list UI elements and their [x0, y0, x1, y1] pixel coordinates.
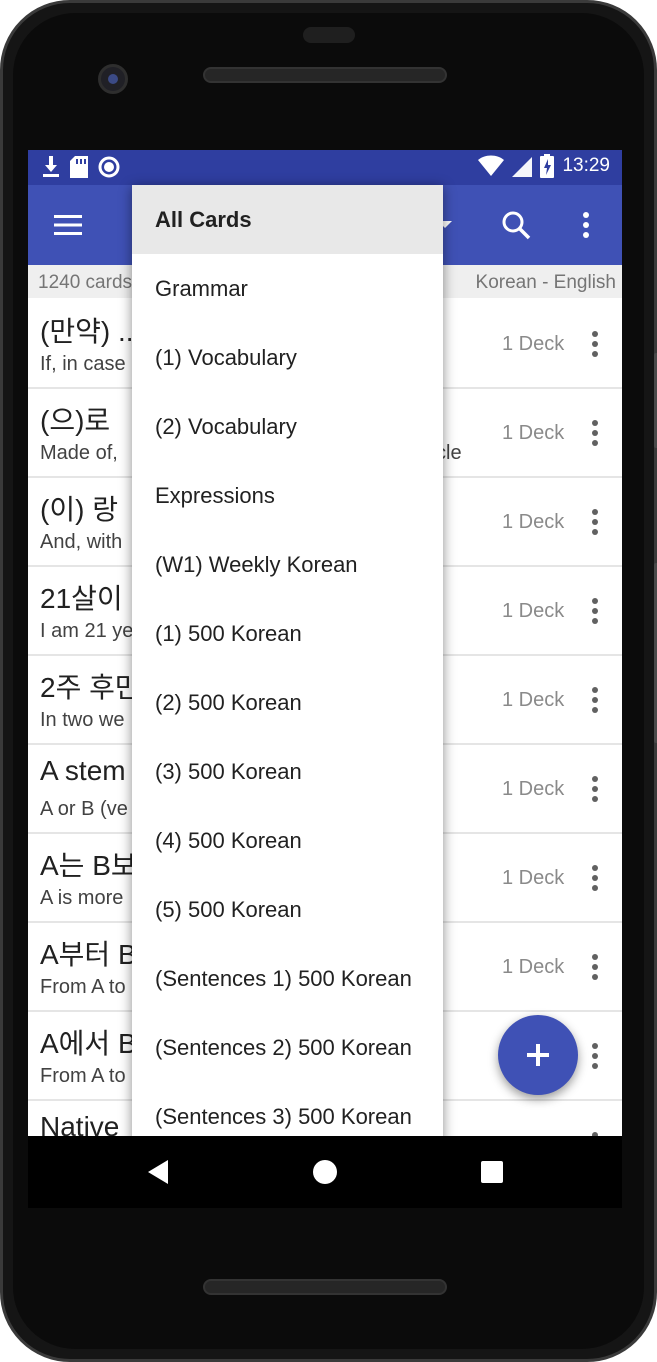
card-back: A is more	[40, 887, 124, 909]
more-vert-icon[interactable]	[586, 417, 604, 449]
deck-count: 1 Deck	[502, 956, 565, 978]
more-vert-icon[interactable]	[586, 773, 604, 805]
bottom-speaker	[203, 1279, 447, 1295]
system-nav-bar	[28, 1136, 622, 1208]
earpiece-slot	[303, 27, 355, 43]
more-vert-icon[interactable]	[586, 595, 604, 627]
card-front: A stem	[40, 755, 126, 786]
dropdown-item[interactable]: (1) Vocabulary	[132, 323, 443, 392]
home-circle-icon[interactable]	[309, 1156, 341, 1188]
card-back: I am 21 ye	[40, 620, 134, 642]
deck-count: 1 Deck	[502, 422, 565, 444]
status-bar: 13:29	[28, 150, 622, 185]
dropdown-item[interactable]: (Sentences 2) 500 Korean	[132, 1013, 443, 1082]
deck-count: 1 Deck	[502, 689, 565, 711]
dropdown-item[interactable]: (5) 500 Korean	[132, 875, 443, 944]
dropdown-item[interactable]: (3) 500 Korean	[132, 737, 443, 806]
card-back: In two we	[40, 709, 125, 731]
search-icon[interactable]	[500, 209, 532, 241]
battery-charging-icon	[540, 154, 555, 178]
card-back: From A to	[40, 976, 126, 998]
circle-icon	[98, 156, 120, 178]
dropdown-item[interactable]: (Sentences 1) 500 Korean	[132, 944, 443, 1013]
dropdown-item[interactable]: (4) 500 Korean	[132, 806, 443, 875]
back-triangle-icon[interactable]	[142, 1156, 174, 1188]
more-vert-icon[interactable]	[586, 1129, 604, 1136]
more-vert-icon[interactable]	[574, 209, 598, 241]
dropdown-item-all-cards[interactable]: All Cards	[132, 185, 443, 254]
card-front: A는 B보	[40, 850, 137, 881]
deck-count: 1 Deck	[502, 778, 565, 800]
more-vert-icon[interactable]	[586, 684, 604, 716]
add-card-button[interactable]	[498, 1015, 578, 1095]
card-front: 21살이	[40, 583, 123, 614]
signal-icon	[512, 157, 533, 177]
language-pair: Korean - English	[475, 272, 616, 293]
card-front: A에서 B	[40, 1028, 137, 1059]
card-front: (으)로	[40, 405, 111, 436]
card-front: Native	[40, 1111, 120, 1136]
more-vert-icon[interactable]	[586, 1040, 604, 1072]
card-front: (만약) ...	[40, 316, 142, 347]
card-count: 1240 cards	[38, 272, 133, 293]
front-camera	[98, 64, 128, 94]
status-time: 13:29	[562, 155, 610, 176]
screen: 13:29 1240 cards Korean - English (만약) .…	[28, 150, 622, 1136]
card-front: A부터 B	[40, 939, 137, 970]
deck-count: 1 Deck	[502, 511, 565, 533]
dropdown-item[interactable]: (W1) Weekly Korean	[132, 530, 443, 599]
deck-count: 1 Deck	[502, 867, 565, 889]
hamburger-menu-icon[interactable]	[52, 209, 84, 241]
deck-count: 1 Deck	[502, 333, 565, 355]
more-vert-icon[interactable]	[586, 951, 604, 983]
deck-count: 1 Deck	[502, 600, 565, 622]
card-front: 2주 후만	[40, 672, 141, 703]
plus-icon	[527, 1044, 549, 1066]
card-back: A or B (ve	[40, 798, 128, 820]
dropdown-item[interactable]: Grammar	[132, 254, 443, 323]
card-front: (이) 랑	[40, 494, 118, 525]
card-back: From A to	[40, 1065, 126, 1087]
dropdown-item[interactable]: (1) 500 Korean	[132, 599, 443, 668]
dropdown-item[interactable]: (Sentences 3) 500 Korean	[132, 1082, 443, 1136]
sd-card-icon	[70, 156, 88, 178]
recents-square-icon[interactable]	[476, 1156, 508, 1188]
dropdown-item[interactable]: (2) Vocabulary	[132, 392, 443, 461]
more-vert-icon[interactable]	[586, 328, 604, 360]
dropdown-item[interactable]: (2) 500 Korean	[132, 668, 443, 737]
dropdown-item[interactable]: Expressions	[132, 461, 443, 530]
more-vert-icon[interactable]	[586, 506, 604, 538]
card-back: Made of,	[40, 442, 118, 464]
wifi-icon	[478, 155, 505, 176]
card-back: And, with	[40, 531, 123, 553]
deck-filter-dropdown: All Cards Grammar (1) Vocabulary (2) Voc…	[132, 185, 443, 1136]
more-vert-icon[interactable]	[586, 862, 604, 894]
top-speaker	[203, 67, 447, 83]
card-back: If, in case	[40, 353, 126, 375]
download-icon	[43, 156, 59, 177]
